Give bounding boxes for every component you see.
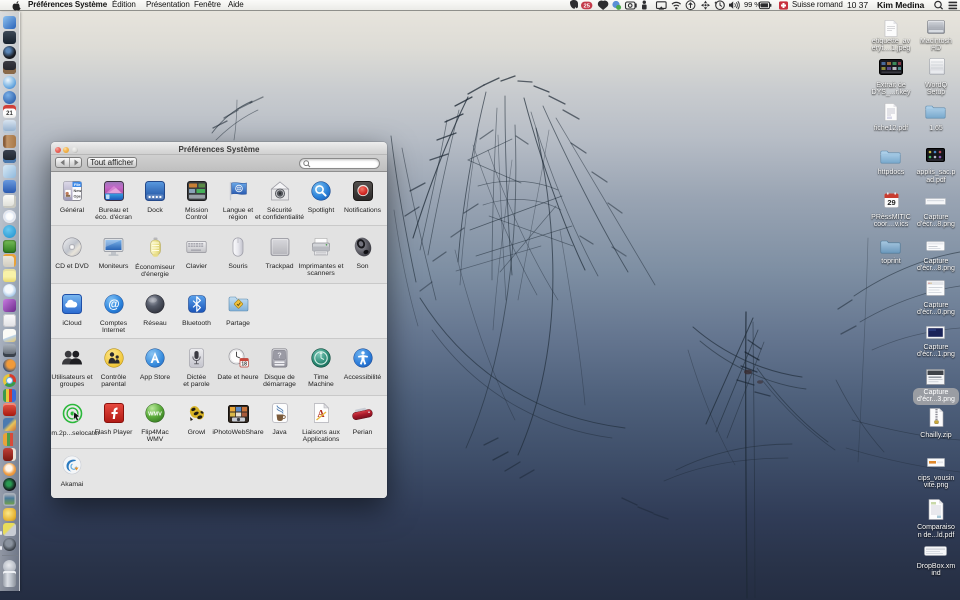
svg-text:25: 25 (583, 3, 590, 9)
svg-text:29: 29 (887, 198, 895, 207)
svg-text:File: File (74, 183, 81, 187)
svg-text:WMV: WMV (148, 412, 162, 418)
svg-text:New: New (73, 189, 81, 193)
svg-text:Ope: Ope (73, 195, 80, 199)
svg-text:?: ? (277, 352, 281, 359)
svg-text:18: 18 (241, 362, 247, 368)
svg-text:@: @ (108, 299, 119, 311)
